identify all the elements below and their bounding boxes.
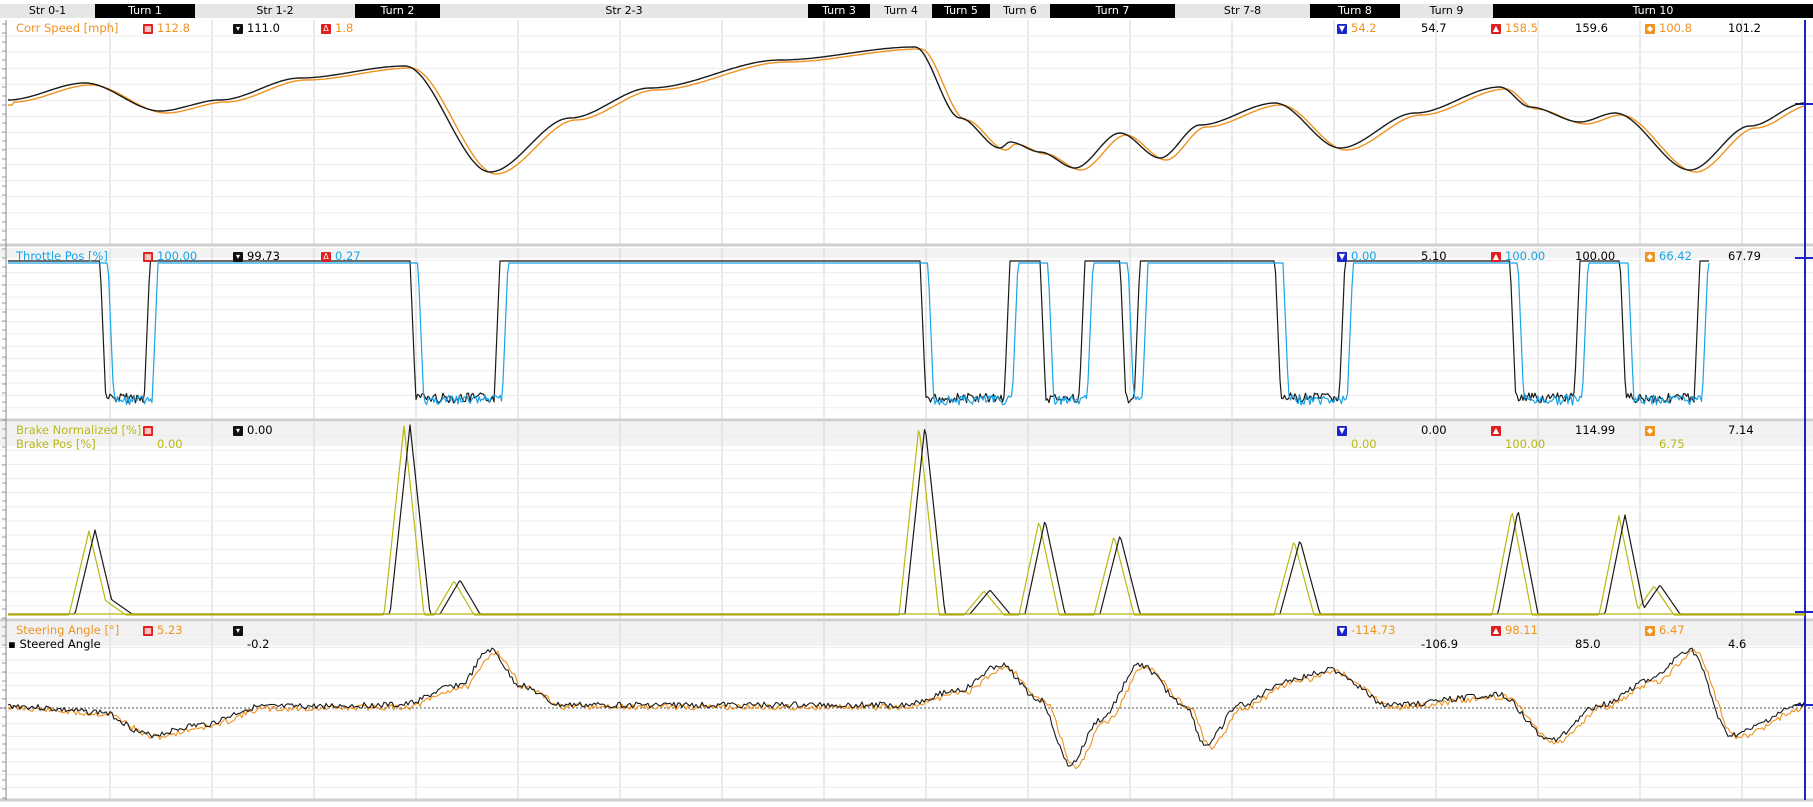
sheet-icon: ▦ — [143, 626, 153, 636]
panel-header-band — [0, 622, 1813, 646]
min-icon: ▼ — [1337, 252, 1347, 262]
speed-max-ref: 158.5 — [1505, 21, 1538, 35]
brake-sheet-value: 0.00 — [157, 437, 183, 451]
max-icon: ▲ — [1491, 626, 1501, 636]
cursor-icon: ▾ — [233, 252, 243, 262]
brake-cursor-value: 0.00 — [247, 423, 273, 437]
max-icon: ▲ — [1491, 24, 1501, 34]
throttle-delta-value: 0.27 — [335, 249, 361, 263]
steering-avg: 4.6 — [1728, 637, 1747, 651]
speed-cursor-value: 111.0 — [247, 21, 280, 35]
min-icon: ▼ — [1337, 626, 1347, 636]
cursor-icon: ▾ — [233, 426, 243, 436]
throttle-max: 100.00 — [1575, 249, 1616, 263]
speed-delta-value: 1.8 — [335, 21, 354, 35]
avg-icon: ◆ — [1645, 252, 1655, 262]
steering-angle-label[interactable]: Steering Angle [°] — [16, 624, 119, 637]
max-icon: ▲ — [1491, 252, 1501, 262]
brake-max-ref: 100.00 — [1505, 437, 1546, 451]
steering-min: -106.9 — [1421, 637, 1459, 651]
steering-sheet-value: 5.23 — [157, 623, 183, 637]
brake-max: 114.99 — [1575, 423, 1616, 437]
steering-reference-line — [7, 649, 1805, 770]
sheet-icon: ▦ — [143, 252, 153, 262]
throttle-avg-ref: 66.42 — [1659, 249, 1692, 263]
brake-pos-label[interactable]: Brake Pos [%] — [16, 438, 96, 451]
steering-max: 85.0 — [1575, 637, 1601, 651]
speed-max: 159.6 — [1575, 21, 1608, 35]
steering-max-ref: 98.11 — [1505, 623, 1538, 637]
throttle-channel-label[interactable]: Throttle Pos [%] — [16, 250, 108, 263]
speed-min-ref: 54.2 — [1351, 21, 1377, 35]
throttle-min: 5.10 — [1421, 249, 1447, 263]
steering-cursor-value: -0.2 — [247, 637, 270, 651]
sheet-icon: ▦ — [143, 426, 153, 436]
delta-icon: Δ — [321, 24, 331, 34]
throttle-sheet-value: 100.00 — [157, 249, 198, 263]
avg-icon: ◆ — [1645, 24, 1655, 34]
min-icon: ▼ — [1337, 24, 1347, 34]
throttle-line — [8, 260, 1709, 404]
throttle-min-ref: 0.00 — [1351, 249, 1377, 263]
sheet-icon: ▦ — [143, 24, 153, 34]
throttle-cursor-value: 99.73 — [247, 249, 280, 263]
steered-angle-label[interactable]: ▪ Steered Angle — [8, 638, 101, 651]
brake-avg: 7.14 — [1728, 423, 1754, 437]
avg-icon: ◆ — [1645, 426, 1655, 436]
speed-avg: 101.2 — [1728, 21, 1761, 35]
speed-min: 54.7 — [1421, 21, 1447, 35]
speed-line — [8, 46, 1805, 173]
throttle-avg: 67.79 — [1728, 249, 1761, 263]
cursor-icon: ▾ — [233, 626, 243, 636]
brake-line — [8, 424, 1805, 615]
brake-avg-ref: 6.75 — [1659, 437, 1685, 451]
brake-min: 0.00 — [1421, 423, 1447, 437]
telemetry-plots — [0, 20, 1813, 802]
delta-icon: Δ — [321, 252, 331, 262]
steering-min-ref: -114.73 — [1351, 623, 1396, 637]
cursor-icon: ▾ — [233, 24, 243, 34]
speed-channel-label[interactable]: Corr Speed [mph] — [16, 22, 118, 35]
speed-avg-ref: 100.8 — [1659, 21, 1692, 35]
throttle-max-ref: 100.00 — [1505, 249, 1546, 263]
brake-normalized-label[interactable]: Brake Normalized [%] — [16, 424, 141, 437]
speed-sheet-value: 112.8 — [157, 21, 190, 35]
avg-icon: ◆ — [1645, 626, 1655, 636]
steering-avg-ref: 6.47 — [1659, 623, 1685, 637]
steered-angle-text: Steered Angle — [19, 637, 101, 651]
min-icon: ▼ — [1337, 426, 1347, 436]
max-icon: ▲ — [1491, 426, 1501, 436]
brake-min-ref: 0.00 — [1351, 437, 1377, 451]
